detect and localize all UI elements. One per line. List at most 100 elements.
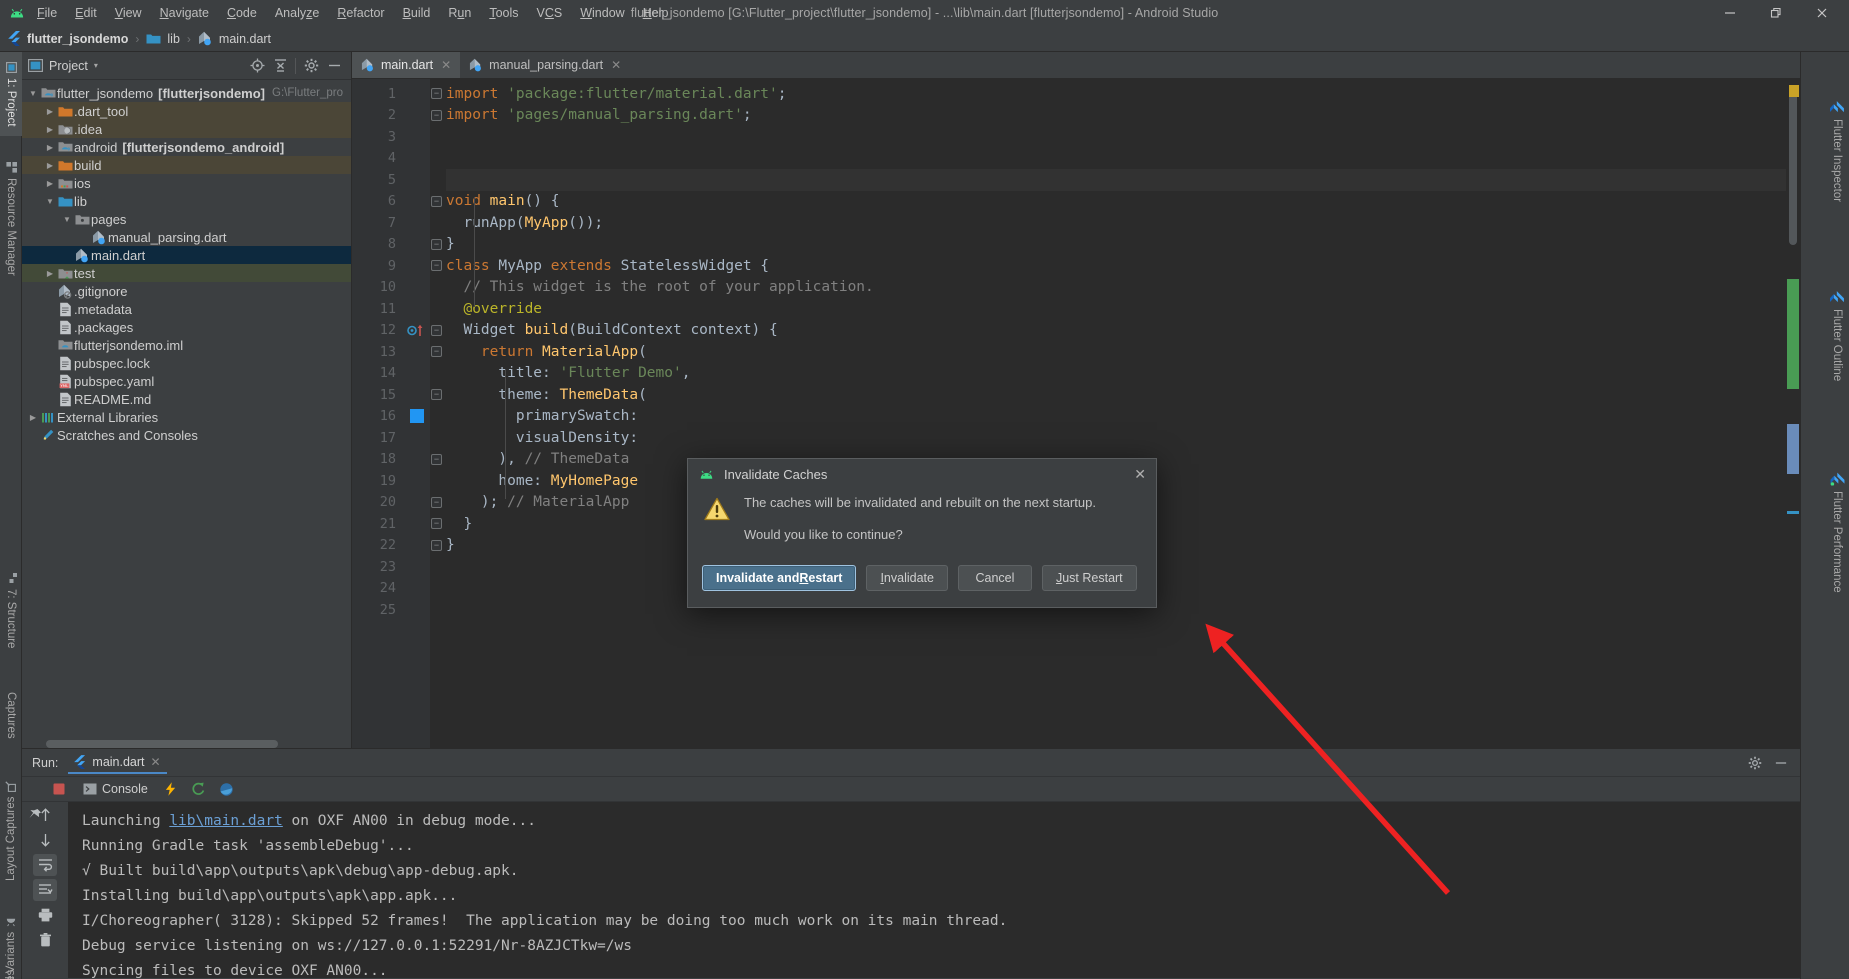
run-tab-close-icon[interactable]: ✕	[151, 755, 161, 769]
code-line[interactable]: return MaterialApp(	[446, 341, 1800, 363]
menu-file[interactable]: FFileile	[28, 3, 66, 23]
menu-view[interactable]: View	[106, 3, 151, 23]
close-icon[interactable]	[1799, 0, 1845, 26]
code-line[interactable]	[446, 126, 1800, 148]
menu-analyze[interactable]: Analyze	[266, 3, 328, 23]
gutter-line[interactable]: 5	[352, 169, 430, 191]
sidebar-item-layout-captures[interactable]: Layout Captures	[0, 765, 22, 897]
sidebar-item-project[interactable]: 1: Project	[0, 52, 22, 136]
code-line[interactable]: Widget build (BuildContext context) {	[446, 320, 1800, 342]
sidebar-item-flutter-inspector[interactable]: Flutter Inspector	[1825, 56, 1849, 246]
code-line[interactable]: title: 'Flutter Demo',	[446, 363, 1800, 385]
tree-item[interactable]: ▶ build	[22, 156, 351, 174]
cancel-button[interactable]: Cancel	[957, 565, 1032, 591]
gutter-line[interactable]: 18	[352, 449, 430, 471]
invalidate-caches-dialog[interactable]: Invalidate Caches ✕ The caches will be i…	[687, 458, 1157, 608]
gutter-line[interactable]: 25	[352, 599, 430, 621]
sidebar-item-favorites[interactable]: Favorites	[0, 955, 22, 979]
chevron-down-icon[interactable]: ▼	[60, 215, 74, 224]
chevron-right-icon[interactable]: ▶	[26, 413, 40, 422]
gear-icon-run[interactable]	[1744, 752, 1766, 774]
menu-build[interactable]: Build	[394, 3, 440, 23]
open-observatory-icon[interactable]	[217, 778, 237, 800]
tree-item[interactable]: main.dart	[22, 246, 351, 264]
code-line[interactable]: primarySwatch:	[446, 406, 1800, 428]
menu-edit[interactable]: Edit	[66, 3, 106, 23]
chevron-down-icon-project[interactable]: ▾	[94, 61, 98, 70]
tree-item[interactable]: YML pubspec.yaml	[22, 372, 351, 390]
gutter-line[interactable]: 23	[352, 556, 430, 578]
code-line[interactable]: // This widget is the root of your appli…	[446, 277, 1800, 299]
menu-navigate[interactable]: Navigate	[151, 3, 218, 23]
tab-main-dart[interactable]: main.dart ✕	[352, 52, 461, 78]
code-line[interactable]: import 'package:flutter/material.dart';	[446, 83, 1800, 105]
scroll-to-end-icon[interactable]	[33, 879, 57, 901]
menu-tools[interactable]: Tools	[480, 3, 527, 23]
tree-item[interactable]: pubspec.lock	[22, 354, 351, 372]
editor-gutter[interactable]: 1 2 3 4 5 6 7 8 9 10 11 12 13 14 15 16 17 18 19 20 21 22 23 24 2…	[352, 79, 430, 748]
gutter-line[interactable]: 19	[352, 470, 430, 492]
code-line[interactable]: theme: ThemeData(	[446, 384, 1800, 406]
trash-icon[interactable]	[33, 929, 57, 951]
breadcrumb-file[interactable]: main.dart	[198, 31, 271, 46]
gutter-line[interactable]: 12	[352, 320, 430, 342]
tree-item[interactable]: ▶ android [flutterjsondemo_android]	[22, 138, 351, 156]
tree-item[interactable]: README.md	[22, 390, 351, 408]
tree-item[interactable]: Scratches and Consoles	[22, 426, 351, 444]
chevron-right-icon[interactable]: ▶	[43, 179, 57, 188]
code-line[interactable]: void main() {	[446, 191, 1800, 213]
console-output[interactable]: Launching lib\main.dart on OXF AN00 in d…	[68, 802, 1800, 979]
tree-item[interactable]: flutterjsondemo.iml	[22, 336, 351, 354]
invalidate-and-restart-button[interactable]: Invalidate and Restart	[702, 565, 857, 591]
gutter-line[interactable]: 20	[352, 492, 430, 514]
gutter-line[interactable]: 9	[352, 255, 430, 277]
sidebar-item-captures[interactable]: Captures	[0, 675, 22, 755]
gear-icon[interactable]	[300, 55, 322, 77]
menu-code[interactable]: Code	[218, 3, 266, 23]
code-line[interactable]: runApp(MyApp ());	[446, 212, 1800, 234]
code-line[interactable]: visualDensity:	[446, 427, 1800, 449]
gutter-line[interactable]: 6	[352, 191, 430, 213]
menu-vcs[interactable]: VCS	[528, 3, 572, 23]
gutter-line[interactable]: 7	[352, 212, 430, 234]
chevron-right-icon[interactable]: ▶	[43, 161, 57, 170]
tree-item[interactable]: .metadata	[22, 300, 351, 318]
gutter-line[interactable]: 8	[352, 234, 430, 256]
breadcrumb-folder[interactable]: lib	[146, 32, 180, 46]
tab-close-icon-2[interactable]: ✕	[611, 58, 621, 72]
code-line[interactable]: import 'pages/manual_parsing.dart';	[446, 105, 1800, 127]
chevron-right-icon[interactable]: ▶	[43, 125, 57, 134]
gutter-line[interactable]: 10	[352, 277, 430, 299]
chevron-down-icon[interactable]: ▼	[43, 197, 57, 206]
print-icon[interactable]	[33, 904, 57, 926]
tree-item[interactable]: .packages	[22, 318, 351, 336]
sidebar-item-resource-manager[interactable]: Resource Manager	[0, 144, 22, 294]
breadcrumb-project[interactable]: flutter_jsondemo	[8, 31, 128, 46]
gutter-line[interactable]: 16	[352, 406, 430, 428]
dialog-close-icon[interactable]: ✕	[1134, 467, 1146, 481]
editor-marker-strip[interactable]	[1786, 79, 1800, 748]
collapse-all-icon[interactable]	[269, 55, 291, 77]
minimize-icon[interactable]	[1707, 0, 1753, 26]
console-tab[interactable]: Console	[78, 781, 153, 797]
tab-close-icon[interactable]: ✕	[441, 58, 451, 72]
tree-item[interactable]: ▶ External Libraries	[22, 408, 351, 426]
tree-item[interactable]: ▼ pages	[22, 210, 351, 228]
gutter-line[interactable]: 24	[352, 578, 430, 600]
tree-item[interactable]: ▶ .idea	[22, 120, 351, 138]
gutter-line[interactable]: 14	[352, 363, 430, 385]
editor-scrollbar-thumb[interactable]	[1789, 85, 1797, 245]
locate-icon[interactable]	[246, 55, 268, 77]
tree-item[interactable]: .gitignore	[22, 282, 351, 300]
chevron-right-icon[interactable]: ▶	[43, 143, 57, 152]
hide-panel-icon-run[interactable]	[1770, 752, 1792, 774]
project-tree[interactable]: ▼ flutter_jsondemo [flutterjsondemo] G:\Flu…	[22, 80, 351, 748]
gutter-line[interactable]: 21	[352, 513, 430, 535]
sidebar-item-flutter-outline[interactable]: Flutter Outline	[1825, 248, 1849, 423]
gutter-line[interactable]: 11	[352, 298, 430, 320]
tree-item[interactable]: ▼ lib	[22, 192, 351, 210]
down-arrow-icon[interactable]	[33, 829, 57, 851]
hot-restart-icon[interactable]	[189, 778, 209, 800]
gutter-line[interactable]: 17	[352, 427, 430, 449]
code-line[interactable]: }	[446, 234, 1800, 256]
